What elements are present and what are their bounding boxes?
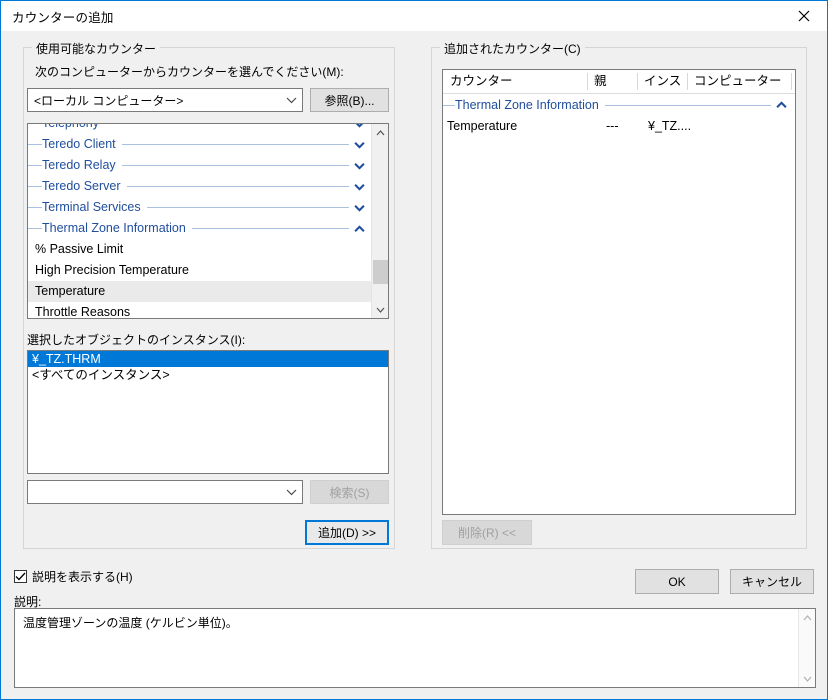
category-label: Teredo Relay xyxy=(42,158,122,172)
added-counters-table[interactable]: カウンター親インス コンピューター Thermal Zone Informatio… xyxy=(442,69,796,515)
category-label: Telephony xyxy=(42,124,105,130)
chevron-up-icon[interactable] xyxy=(773,94,789,116)
add-counters-dialog: カウンターの追加 使用可能なカウンター 次のコンピューターからカウンターを選んで… xyxy=(0,0,828,700)
tree-category-row[interactable]: Teredo Server xyxy=(28,176,371,197)
tree-category-row[interactable]: Thermal Zone Information xyxy=(28,218,371,239)
counter-label: % Passive Limit xyxy=(35,242,124,256)
chevron-up-icon[interactable] xyxy=(351,218,367,239)
category-label: Thermal Zone Information xyxy=(455,98,605,112)
scroll-down-icon[interactable] xyxy=(799,670,815,687)
add-button[interactable]: 追加(D) >> xyxy=(305,520,389,545)
counter-label: High Precision Temperature xyxy=(35,263,190,277)
dialog-title: カウンターの追加 xyxy=(12,10,114,25)
tree-category-row[interactable]: Terminal Services xyxy=(28,197,371,218)
scroll-down-icon[interactable] xyxy=(372,301,388,318)
category-label: Teredo Server xyxy=(42,179,127,193)
chevron-down-icon xyxy=(280,89,302,111)
counter-label: Temperature xyxy=(35,284,106,298)
instances-list[interactable]: ¥_TZ.THRM <すべてのインスタンス> xyxy=(27,350,389,474)
tree-category-row[interactable]: Teredo Relay xyxy=(28,155,371,176)
tree-counter-row[interactable]: High Precision Temperature xyxy=(28,260,371,281)
scrollbar-thumb[interactable] xyxy=(373,260,388,284)
added-counters-header: カウンター親インス コンピューター xyxy=(443,70,795,94)
ok-button[interactable]: OK xyxy=(635,569,719,594)
column-divider[interactable] xyxy=(587,73,588,90)
chevron-down-icon[interactable] xyxy=(351,176,367,197)
tree-category-row[interactable]: Telephony xyxy=(28,124,371,134)
chevron-down-icon[interactable] xyxy=(351,197,367,218)
added-counters-group-label: 追加されたカウンター(C) xyxy=(440,40,585,57)
added-category-row[interactable]: Thermal Zone Information xyxy=(443,94,795,116)
available-counters-group-label: 使用可能なカウンター xyxy=(32,40,161,57)
cell-instance: ¥_TZ.... xyxy=(648,119,692,133)
added-counter-row[interactable]: Temperature --- ¥_TZ.... xyxy=(443,116,795,137)
description-scrollbar[interactable] xyxy=(798,609,815,687)
tree-counter-row[interactable]: Temperature xyxy=(28,281,371,302)
description-box: 温度管理ゾーンの温度 (ケルビン単位)。 xyxy=(14,608,816,688)
chevron-down-icon[interactable] xyxy=(351,124,367,134)
category-label: Terminal Services xyxy=(42,200,147,214)
category-label: Teredo Client xyxy=(42,137,122,151)
search-button[interactable]: 検索(S) xyxy=(310,480,389,504)
column-header[interactable]: カウンター xyxy=(443,70,587,93)
chevron-down-icon[interactable] xyxy=(351,134,367,155)
computer-select[interactable]: <ローカル コンピューター> xyxy=(27,88,303,112)
available-counters-scrollbar[interactable] xyxy=(371,124,388,318)
column-divider[interactable] xyxy=(637,73,638,90)
column-header[interactable]: 親 xyxy=(587,70,637,93)
computer-prompt-label: 次のコンピューターからカウンターを選んでください(M): xyxy=(35,65,344,79)
counter-label: Throttle Reasons xyxy=(35,305,131,318)
cancel-button[interactable]: キャンセル xyxy=(730,569,814,594)
chevron-down-icon xyxy=(280,481,302,503)
show-description-checkbox[interactable]: 説明を表示する(H) xyxy=(14,568,133,585)
scroll-up-icon[interactable] xyxy=(799,609,815,626)
description-text: 温度管理ゾーンの温度 (ケルビン単位)。 xyxy=(23,616,238,630)
close-button[interactable] xyxy=(781,1,827,30)
browse-button[interactable]: 参照(B)... xyxy=(310,88,389,112)
column-divider[interactable] xyxy=(791,73,792,90)
title-bar: カウンターの追加 xyxy=(1,1,827,31)
remove-button[interactable]: 削除(R) << xyxy=(442,520,532,545)
instance-search-input[interactable] xyxy=(27,480,303,504)
column-divider[interactable] xyxy=(687,73,688,90)
checkbox-box xyxy=(14,570,27,583)
check-icon xyxy=(15,572,26,581)
instance-list-item[interactable]: <すべてのインスタンス> xyxy=(28,367,388,383)
tree-category-row[interactable]: Teredo Client xyxy=(28,134,371,155)
close-icon xyxy=(798,10,810,21)
cell-parent: --- xyxy=(606,119,619,133)
instances-label: 選択したオブジェクトのインスタンス(I): xyxy=(27,333,246,347)
available-counters-tree[interactable]: Telephony Teredo Client Teredo Relay Teredo… xyxy=(27,123,389,319)
column-header[interactable]: コンピューター xyxy=(687,70,791,93)
available-counters-tree-rows: Telephony Teredo Client Teredo Relay Teredo… xyxy=(28,124,371,318)
column-header[interactable]: インス xyxy=(637,70,687,93)
show-description-label: 説明を表示する(H) xyxy=(32,570,133,584)
instance-list-item[interactable]: ¥_TZ.THRM xyxy=(28,351,388,367)
tree-counter-row[interactable]: Throttle Reasons xyxy=(28,302,371,318)
computer-select-value: <ローカル コンピューター> xyxy=(34,93,184,108)
cell-counter: Temperature xyxy=(447,119,518,133)
chevron-down-icon[interactable] xyxy=(351,155,367,176)
added-counters-body: Thermal Zone Information Temperature --- ¥_… xyxy=(443,94,795,137)
category-label: Thermal Zone Information xyxy=(42,221,192,235)
scroll-up-icon[interactable] xyxy=(372,124,388,141)
tree-counter-row[interactable]: % Passive Limit xyxy=(28,239,371,260)
